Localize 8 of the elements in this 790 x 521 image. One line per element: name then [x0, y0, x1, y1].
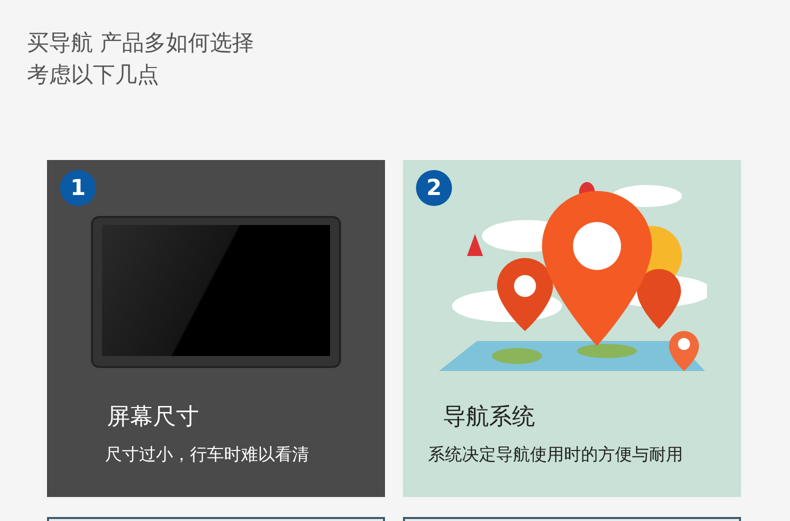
card-title: 导航系统: [443, 403, 535, 432]
card-subtitle: 尺寸过小，行车时难以看清: [105, 444, 309, 466]
card-title: 屏幕尺寸: [107, 403, 199, 432]
card-subtitle: 系统决定导航使用时的方便与耐用: [428, 444, 683, 466]
heading-line: 买导航 产品多如何选择: [27, 30, 255, 58]
number-badge: 1: [60, 170, 96, 206]
heading-line: 考虑以下几点: [27, 62, 160, 90]
number-badge: 2: [416, 170, 452, 206]
